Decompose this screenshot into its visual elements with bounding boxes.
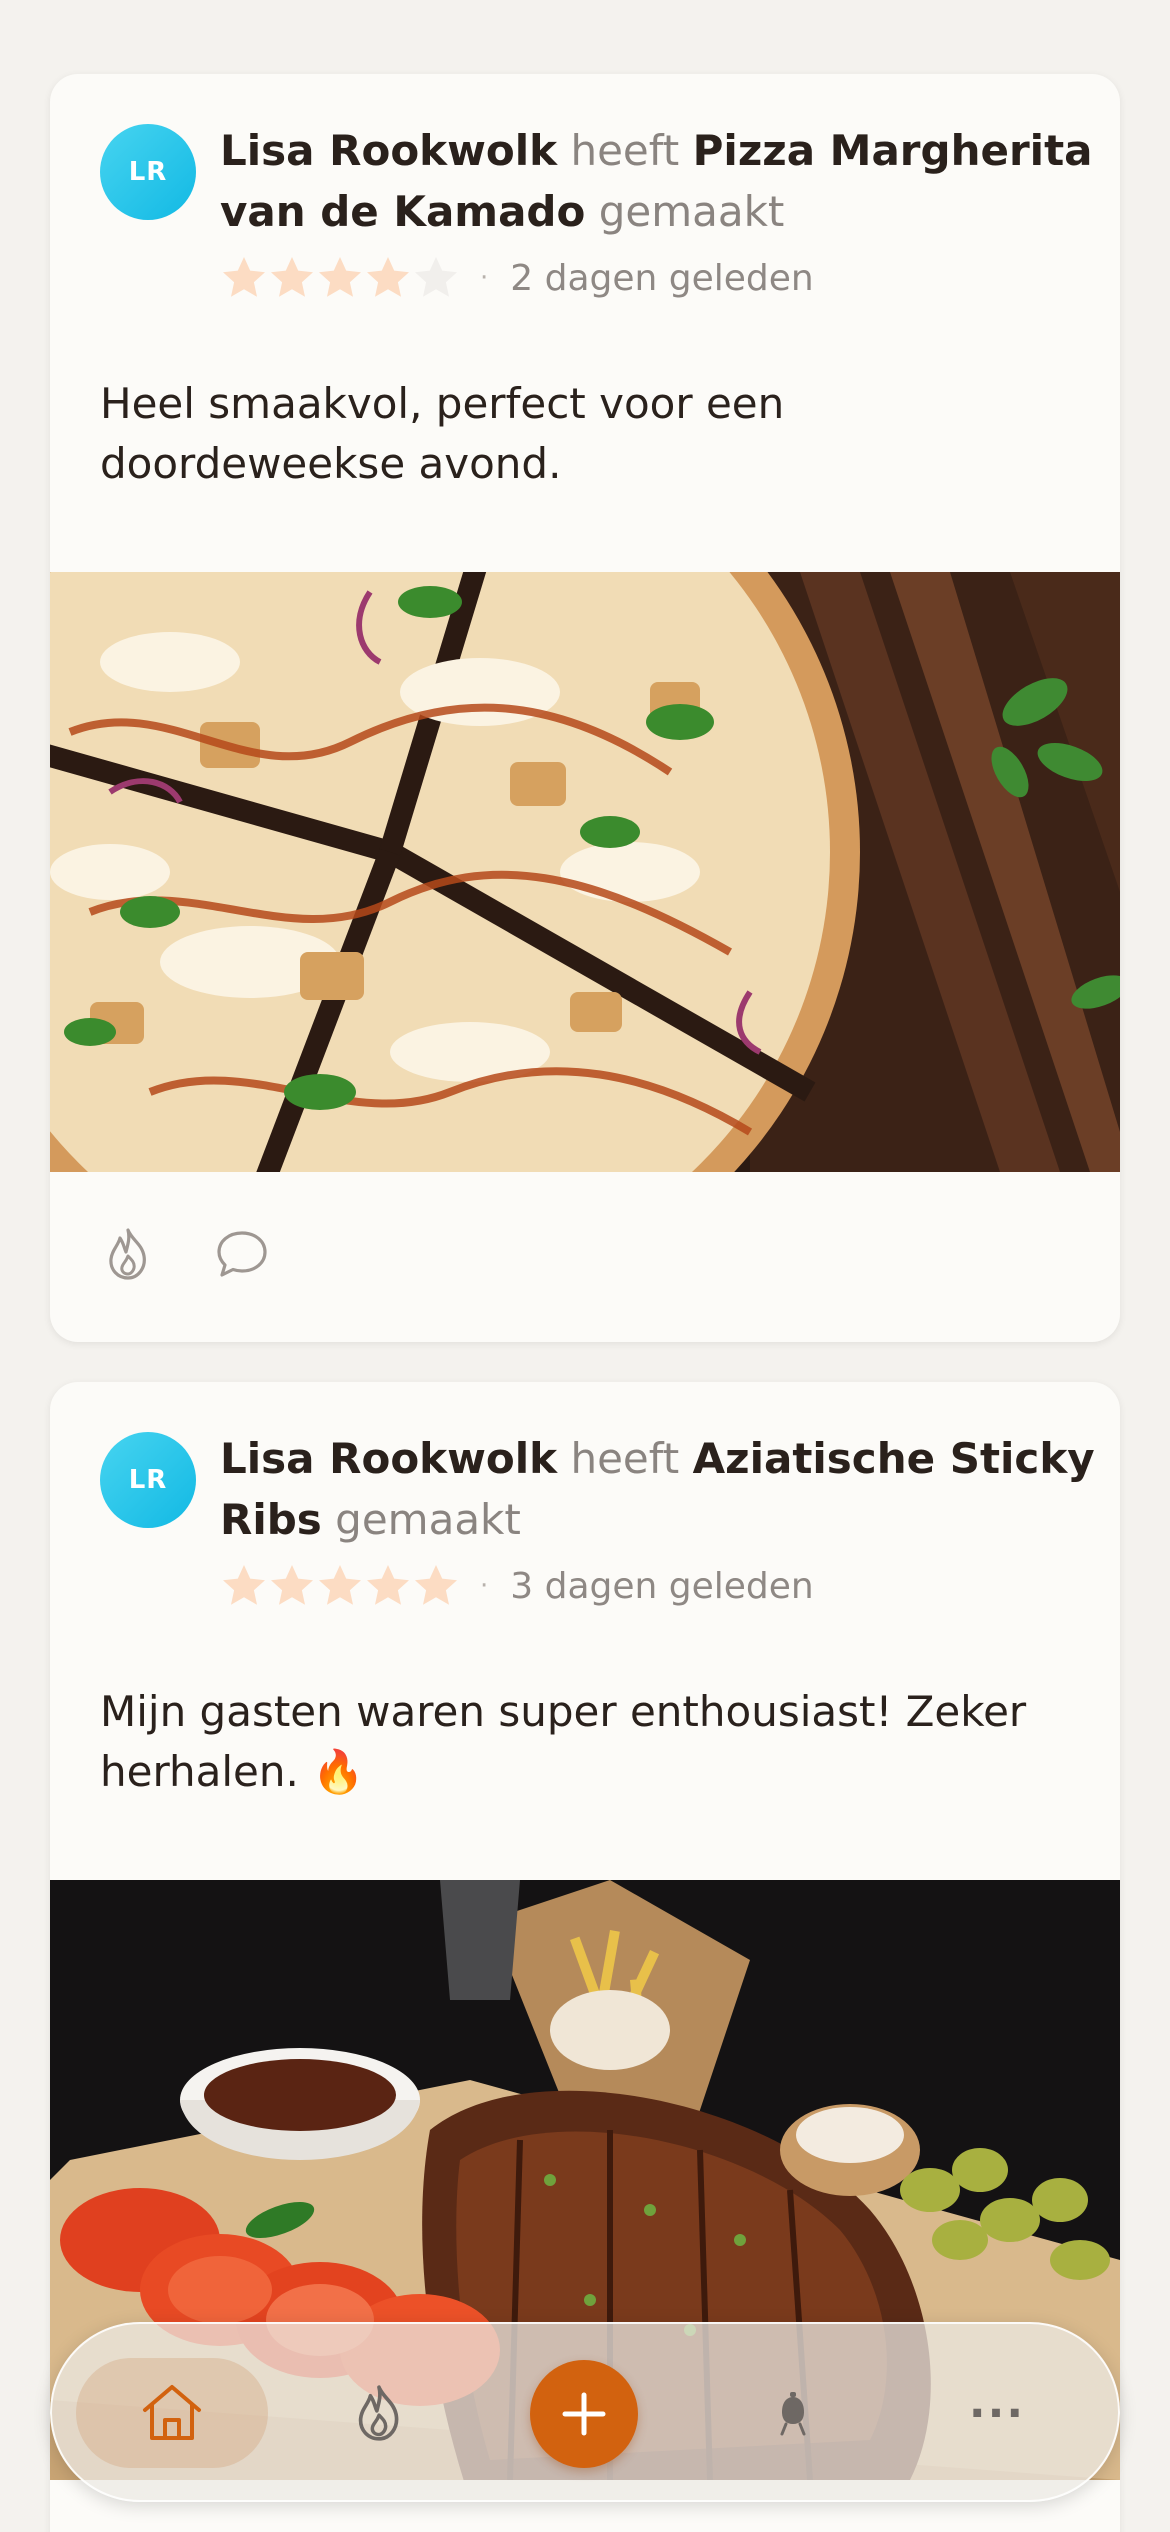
more-icon: ··· <box>968 2387 1026 2439</box>
feed-card: LR Lisa Rookwolk heeft Pizza Margherita … <box>50 74 1120 1342</box>
avatar[interactable]: LR <box>100 1432 196 1528</box>
meta-separator: · <box>480 263 489 293</box>
post-headline: Lisa Rookwolk heeft Pizza Margherita van… <box>220 120 1100 242</box>
post-meta: · 2 dagen geleden <box>220 254 814 302</box>
post-comment: Heel smaakvol, perfect voor een doordewe… <box>100 379 785 488</box>
post-comment: Mijn gasten waren super enthousiast! Zek… <box>100 1687 1027 1796</box>
star-filled-icon <box>223 257 265 297</box>
flame-icon <box>358 2385 399 2441</box>
author-name[interactable]: Lisa Rookwolk <box>220 1434 557 1483</box>
post-actions <box>100 1226 270 1282</box>
star-filled-icon <box>271 1565 313 1605</box>
star-empty-icon <box>415 257 457 297</box>
star-filled-icon <box>415 1565 457 1605</box>
avatar-initials: LR <box>128 1465 168 1495</box>
bbq-chicken-pizza-photo[interactable] <box>50 572 1120 1172</box>
kamado-grill-icon <box>780 2392 806 2436</box>
post-meta: · 3 dagen geleden <box>220 1562 814 1610</box>
timestamp: 2 dagen geleden <box>510 257 814 299</box>
nav-home-button[interactable] <box>76 2358 268 2468</box>
star-rating <box>220 1562 460 1610</box>
nav-more-button[interactable]: ··· <box>942 2358 1052 2468</box>
comment-button[interactable] <box>214 1226 270 1282</box>
activity-feed: LR Lisa Rookwolk heeft Pizza Margherita … <box>0 0 1170 2532</box>
author-name[interactable]: Lisa Rookwolk <box>220 126 557 175</box>
home-icon <box>143 2385 201 2440</box>
nav-explore-button[interactable] <box>324 2358 434 2468</box>
star-filled-icon <box>319 257 361 297</box>
suffix-text: gemaakt <box>598 187 785 236</box>
flame-icon <box>109 1228 146 1280</box>
star-rating <box>220 254 460 302</box>
avatar-initials: LR <box>128 157 168 187</box>
plus-icon <box>562 2392 606 2436</box>
flame-reaction-button[interactable] <box>100 1226 156 1282</box>
star-filled-icon <box>367 1565 409 1605</box>
star-filled-icon <box>319 1565 361 1605</box>
verb-text: heeft <box>570 126 680 175</box>
timestamp: 3 dagen geleden <box>510 1565 814 1607</box>
nav-grill-button[interactable] <box>738 2358 848 2468</box>
suffix-text: gemaakt <box>335 1495 521 1544</box>
post-headline: Lisa Rookwolk heeft Aziatische Sticky Ri… <box>220 1428 1100 1550</box>
star-filled-icon <box>271 257 313 297</box>
verb-text: heeft <box>570 1434 680 1483</box>
meta-separator: · <box>480 1571 489 1601</box>
star-filled-icon <box>367 257 409 297</box>
star-filled-icon <box>223 1565 265 1605</box>
bottom-navigation-bar: ··· <box>50 2322 1120 2502</box>
speech-bubble-icon <box>217 1231 267 1277</box>
avatar[interactable]: LR <box>100 124 196 220</box>
nav-add-button[interactable] <box>530 2360 638 2468</box>
